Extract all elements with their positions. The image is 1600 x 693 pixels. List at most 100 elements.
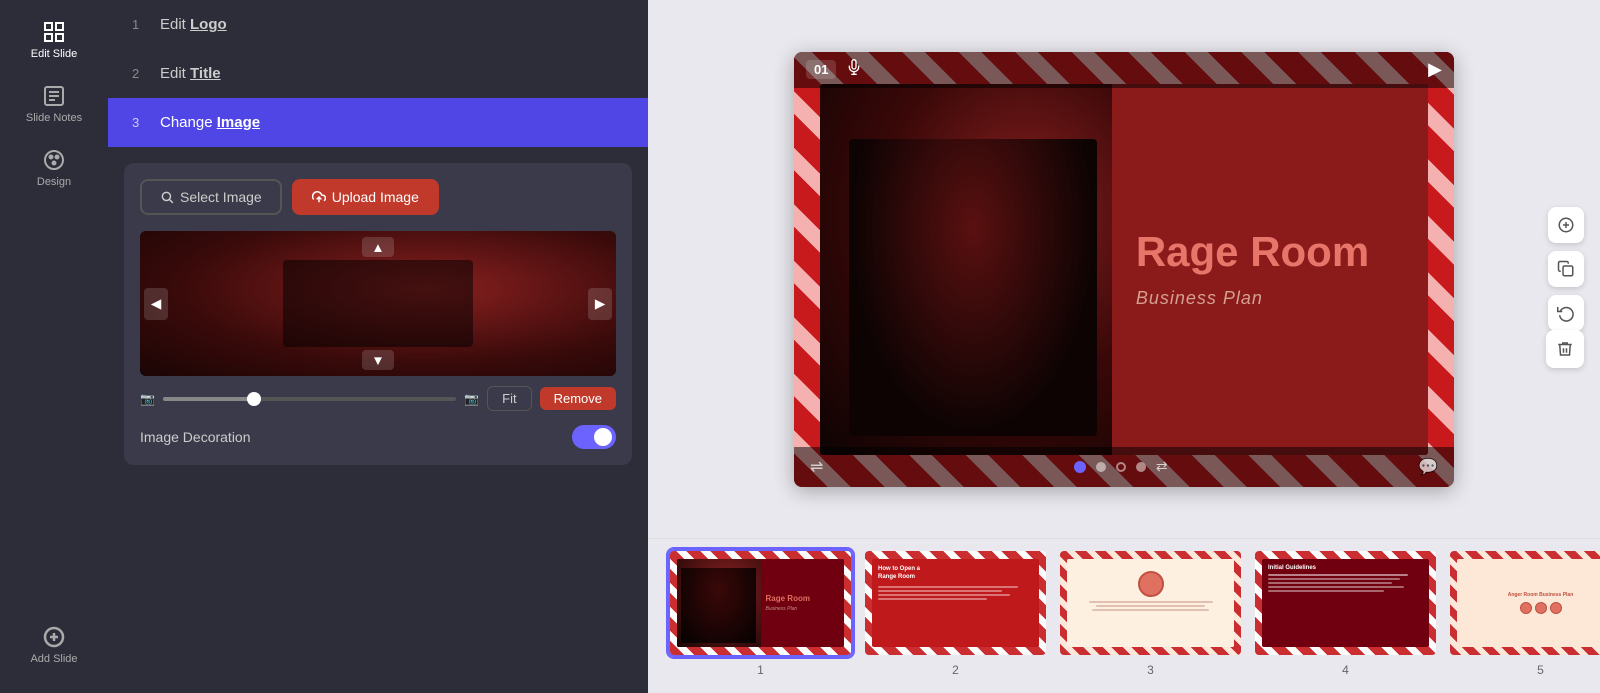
sidebar-item-label: Design	[37, 176, 71, 188]
nav-dot-1[interactable]	[1074, 461, 1086, 473]
zoom-in-icon: 📷	[464, 392, 479, 406]
image-down-button[interactable]: ▼	[362, 350, 394, 370]
thumb2-title: How to Open aRange Room	[878, 565, 920, 582]
thumb-5-preview: Anger Room Business Plan	[1448, 549, 1600, 657]
left-panel: 1 Edit Logo 2 Edit Title 3 Change Image	[108, 0, 648, 693]
shuffle-icon-2[interactable]: ⇄	[1156, 458, 1168, 475]
thumb-3-num: 3	[1147, 663, 1154, 677]
delete-button[interactable]	[1546, 330, 1584, 368]
sidebar-item-label: Add Slide	[30, 653, 77, 665]
thumb2-lines	[878, 586, 1033, 600]
thumb-4-num: 4	[1342, 663, 1349, 677]
zoom-row: 📷 📷 Fit Remove	[140, 386, 616, 411]
add-element-button[interactable]	[1548, 207, 1584, 243]
image-next-button[interactable]: ▶	[588, 288, 612, 320]
step-3-num: 3	[132, 115, 148, 130]
image-panel: Select Image Upload Image ◀ ▶ ▲ ▼ 📷 📷 Fi…	[124, 163, 632, 465]
image-prev-button[interactable]: ◀	[144, 288, 168, 320]
thumb5-title: Anger Room Business Plan	[1508, 592, 1574, 598]
slide-preview: 01 ▶	[794, 52, 1454, 487]
slide-title: Rage Room	[1136, 229, 1404, 275]
thumb1-subtitle: Business Plan	[766, 606, 840, 612]
thumb3-circle	[1138, 571, 1164, 597]
mic-button[interactable]	[846, 59, 862, 80]
slide-image-area	[820, 84, 1112, 455]
image-preview: ◀ ▶ ▲ ▼	[140, 231, 616, 376]
slide-subtitle: Business Plan	[1136, 288, 1404, 309]
step-2-label: Edit Title	[160, 65, 221, 82]
step-1[interactable]: 1 Edit Logo	[108, 0, 648, 49]
palette-icon	[42, 148, 66, 172]
sidebar-item-edit-slide[interactable]: Edit Slide	[0, 8, 108, 72]
slide-controls-left: 01	[806, 59, 862, 80]
step-1-num: 1	[132, 17, 148, 32]
step-1-label: Edit Logo	[160, 16, 227, 33]
main-content: 01 ▶	[648, 0, 1600, 693]
thumb-1-num: 1	[757, 663, 764, 677]
thumb-1-inner: Rage Room Business Plan	[677, 559, 844, 647]
decoration-label: Image Decoration	[140, 429, 251, 445]
slide-content: Rage Room Business Plan	[794, 52, 1454, 487]
thumb-3-preview	[1058, 549, 1243, 657]
slide-nav-dots: ⇄	[1074, 458, 1168, 475]
mic-icon	[846, 59, 862, 75]
copy-icon	[1557, 260, 1575, 278]
image-up-button[interactable]: ▲	[362, 237, 394, 257]
slide-text-area: Rage Room Business Plan	[1112, 84, 1428, 455]
thumb-5-num: 5	[1537, 663, 1544, 677]
thumb-2-inner: How to Open aRange Room	[872, 559, 1039, 647]
remove-button[interactable]: Remove	[540, 387, 616, 410]
thumb4-title: Initial Guidelines	[1268, 565, 1423, 571]
thumbnail-3[interactable]: 3	[1058, 549, 1243, 677]
plus-circle-icon	[1557, 216, 1575, 234]
zoom-slider[interactable]	[163, 397, 456, 401]
thumbnail-1[interactable]: Rage Room Business Plan 1	[668, 549, 853, 677]
upload-icon	[312, 190, 326, 204]
thumbnail-2[interactable]: How to Open aRange Room 2	[863, 549, 1048, 677]
trash-icon	[1556, 340, 1574, 358]
right-tools	[1548, 207, 1584, 331]
slide-topbar: 01 ▶	[794, 52, 1454, 88]
step-2[interactable]: 2 Edit Title	[108, 49, 648, 98]
step-3[interactable]: 3 Change Image	[108, 98, 648, 147]
step-3-label: Change Image	[160, 114, 260, 131]
steps-list: 1 Edit Logo 2 Edit Title 3 Change Image	[108, 0, 648, 147]
nav-dot-2[interactable]	[1096, 462, 1106, 472]
search-icon	[160, 190, 174, 204]
sidebar-item-design[interactable]: Design	[0, 136, 108, 200]
thumbnail-4[interactable]: Initial Guidelines 4	[1253, 549, 1438, 677]
shuffle-icon[interactable]: ⇌	[810, 457, 823, 477]
select-image-button[interactable]: Select Image	[140, 179, 282, 215]
thumbnail-5[interactable]: Anger Room Business Plan 5	[1448, 549, 1600, 677]
thumb-1-preview: Rage Room Business Plan	[668, 549, 853, 657]
decoration-toggle[interactable]	[572, 425, 616, 449]
sidebar-item-label: Edit Slide	[31, 48, 77, 60]
slide-figure	[849, 139, 1097, 436]
slide-center-box: Rage Room Business Plan	[820, 84, 1428, 455]
image-buttons-row: Select Image Upload Image	[140, 179, 616, 215]
play-button[interactable]: ▶	[1428, 59, 1442, 80]
notes-icon	[42, 84, 66, 108]
comment-icon[interactable]: 💬	[1418, 457, 1438, 477]
slide-area: 01 ▶	[648, 0, 1600, 538]
nav-dot-4[interactable]	[1136, 462, 1146, 472]
upload-image-button[interactable]: Upload Image	[292, 179, 439, 215]
sidebar-item-label: Slide Notes	[26, 112, 82, 124]
thumb1-title: Rage Room	[766, 594, 840, 604]
sidebar-item-add-slide[interactable]: Add Slide	[0, 613, 108, 677]
thumb5-circles	[1520, 602, 1562, 614]
fit-button[interactable]: Fit	[487, 386, 531, 411]
sidebar-item-slide-notes[interactable]: Slide Notes	[0, 72, 108, 136]
thumbnails-area: Rage Room Business Plan 1 How to Open aR…	[648, 538, 1600, 693]
slide-number: 01	[806, 60, 836, 79]
copy-element-button[interactable]	[1548, 251, 1584, 287]
zoom-out-icon: 📷	[140, 392, 155, 406]
undo-icon	[1557, 304, 1575, 322]
thumb-4-inner: Initial Guidelines	[1262, 559, 1429, 647]
undo-button[interactable]	[1548, 295, 1584, 331]
plus-icon	[42, 625, 66, 649]
slide-bottombar: ⇌ ⇄ 💬	[794, 447, 1454, 487]
thumb-4-preview: Initial Guidelines	[1253, 549, 1438, 657]
nav-dot-3[interactable]	[1116, 462, 1126, 472]
decoration-row: Image Decoration	[140, 425, 616, 449]
